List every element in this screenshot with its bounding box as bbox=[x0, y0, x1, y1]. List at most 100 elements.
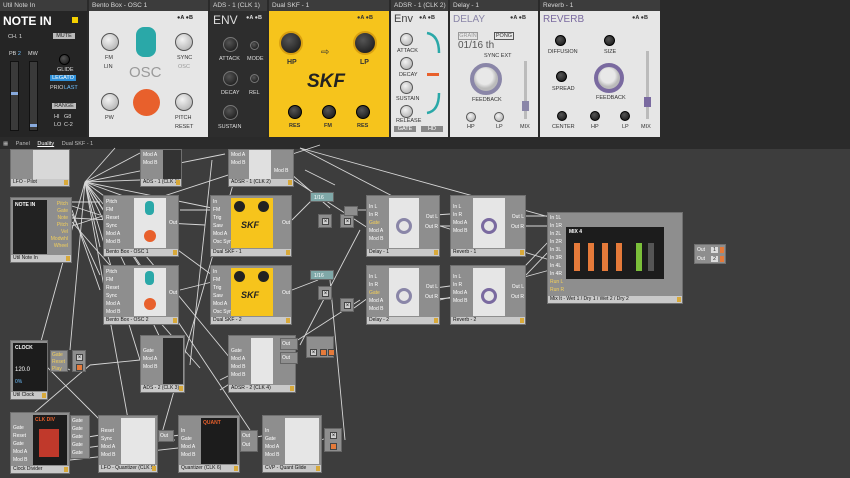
port-in[interactable]: Gate bbox=[13, 441, 24, 447]
port-out[interactable]: Gate bbox=[72, 426, 83, 432]
port-out[interactable]: Out bbox=[169, 290, 177, 296]
port-in[interactable]: In 2L bbox=[550, 231, 561, 237]
lp-knob[interactable] bbox=[353, 31, 377, 55]
gate-button[interactable]: GATE bbox=[394, 126, 416, 132]
port-out[interactable]: Vel bbox=[61, 229, 68, 235]
port-in[interactable]: Reset bbox=[106, 215, 119, 221]
port-in[interactable]: Trig bbox=[213, 285, 221, 291]
port-in[interactable]: Mod B bbox=[369, 236, 383, 242]
port-out[interactable]: Gate bbox=[72, 434, 83, 440]
port-out[interactable]: Reset bbox=[52, 359, 65, 365]
port-out[interactable]: Out R bbox=[425, 294, 438, 300]
port-out[interactable]: Out bbox=[282, 341, 290, 347]
port-in[interactable]: Mod A bbox=[143, 356, 157, 362]
module-ads-clk1[interactable]: Mod A Mod B ADS - 1 (CLK 1) bbox=[140, 149, 182, 187]
port-in[interactable]: In 1R bbox=[550, 223, 562, 229]
port-in[interactable]: In 1L bbox=[550, 215, 561, 221]
module-quantizer[interactable]: In Gate Mod A Mod B QUANT Quantizer (CLK… bbox=[178, 415, 240, 473]
device-title[interactable]: Bento Box - OSC 1 bbox=[89, 0, 208, 11]
hp-knob[interactable] bbox=[590, 111, 600, 121]
port-out[interactable]: Out bbox=[282, 220, 290, 226]
port-in[interactable]: In 3L bbox=[550, 247, 561, 253]
port-out[interactable]: Out R bbox=[425, 224, 438, 230]
range-button[interactable]: RANGE bbox=[52, 103, 76, 109]
port-in[interactable]: In 4R bbox=[550, 271, 562, 277]
center-knob[interactable] bbox=[557, 111, 567, 121]
sync-knob[interactable] bbox=[175, 33, 193, 51]
port-out[interactable]: Out bbox=[282, 290, 290, 296]
output-channel-2[interactable]: 2 bbox=[711, 256, 718, 262]
port-out[interactable]: Out bbox=[169, 220, 177, 226]
pitch-knob[interactable] bbox=[175, 93, 193, 111]
device-title[interactable]: Reverb - 1 bbox=[540, 0, 660, 11]
port-in[interactable]: In bbox=[181, 428, 185, 434]
hi-value[interactable]: G8 bbox=[64, 114, 71, 120]
port-out[interactable]: Out bbox=[160, 433, 168, 439]
port-out[interactable]: Play bbox=[52, 366, 62, 372]
port-in[interactable]: Reset bbox=[106, 285, 119, 291]
port-in[interactable]: In 4L bbox=[550, 263, 561, 269]
port-out[interactable]: Gate bbox=[72, 450, 83, 456]
port-in[interactable]: In bbox=[213, 269, 217, 275]
port-in[interactable]: Mod A bbox=[181, 444, 195, 450]
module-mixer[interactable]: In 1L In 1R In 2L In 2R In 3L In 3R In 4… bbox=[547, 212, 683, 304]
port-in[interactable]: Mod A bbox=[213, 301, 227, 307]
time-display[interactable]: 01/16 th bbox=[458, 40, 494, 51]
legato-button[interactable]: LEGATO bbox=[50, 75, 76, 81]
hp-knob[interactable] bbox=[466, 112, 476, 122]
spread-knob[interactable] bbox=[556, 71, 567, 82]
port-in[interactable]: Mod B bbox=[143, 160, 157, 166]
clock-out-node[interactable]: Gate Reset Play bbox=[50, 350, 68, 372]
pitchbend-slider[interactable] bbox=[10, 61, 19, 131]
port-out[interactable]: Gate bbox=[72, 418, 83, 424]
port-out[interactable]: Out L bbox=[426, 214, 438, 220]
port-out[interactable]: Out bbox=[242, 433, 250, 439]
feedback-knob[interactable] bbox=[594, 63, 624, 93]
modwheel-slider[interactable] bbox=[29, 61, 38, 131]
port-in[interactable]: Gate bbox=[231, 348, 242, 354]
port-in[interactable]: Mod B bbox=[274, 168, 288, 174]
size-knob[interactable] bbox=[604, 35, 615, 46]
mix-slider[interactable] bbox=[522, 61, 529, 119]
port-in[interactable]: FM bbox=[213, 277, 220, 283]
port-in[interactable]: Reset bbox=[13, 433, 26, 439]
port-in[interactable]: Mod B bbox=[13, 457, 27, 463]
port-out[interactable]: Out L bbox=[512, 214, 524, 220]
device-title[interactable]: Delay - 1 bbox=[450, 0, 538, 11]
sustain-knob[interactable] bbox=[223, 105, 238, 120]
lp-knob[interactable] bbox=[494, 112, 504, 122]
link-arrow-icon[interactable]: ⇨ bbox=[321, 47, 329, 58]
math-node[interactable]: × bbox=[72, 350, 86, 372]
diffusion-knob[interactable] bbox=[555, 35, 566, 46]
port-in[interactable]: Pitch bbox=[106, 269, 117, 275]
decay-knob[interactable] bbox=[223, 71, 238, 86]
device-title[interactable]: ADS - 1 (CLK 1) bbox=[210, 0, 267, 11]
port-in[interactable]: Run R bbox=[550, 287, 564, 293]
port-in[interactable]: Mod B bbox=[231, 160, 245, 166]
ab-switch[interactable]: ●A ●B bbox=[510, 15, 526, 21]
module-delay2[interactable]: In L In R Gate Mod A Mod B Out L Out R D… bbox=[366, 265, 440, 325]
math-node[interactable]: × bbox=[340, 298, 354, 312]
out-node[interactable]: Out bbox=[280, 352, 298, 364]
port-in[interactable]: Mod B bbox=[453, 298, 467, 304]
port-in[interactable]: In 2R bbox=[550, 239, 562, 245]
port-in[interactable]: In R bbox=[369, 282, 378, 288]
out-node[interactable]: Out Out bbox=[240, 430, 258, 452]
port-in[interactable]: Gate bbox=[181, 436, 192, 442]
port-in[interactable]: Mod B bbox=[265, 452, 279, 458]
port-in[interactable]: Pitch bbox=[106, 199, 117, 205]
port-out[interactable]: Out R bbox=[511, 294, 524, 300]
module-ads-clk3[interactable]: Gate Mod A Mod B ADS - 2 (CLK 3) bbox=[140, 335, 185, 393]
device-title[interactable]: ADSR - 1 (CLK 2) bbox=[391, 0, 448, 11]
port-in[interactable]: Mod B bbox=[231, 364, 245, 370]
module-lfo-pilot[interactable]: LFO - Pilot bbox=[10, 149, 70, 187]
attack-knob[interactable] bbox=[223, 37, 238, 52]
port-in[interactable]: Mod A bbox=[453, 290, 467, 296]
port-out[interactable]: Out L bbox=[512, 284, 524, 290]
port-out[interactable]: Out L bbox=[426, 284, 438, 290]
value-box[interactable]: 1/16 bbox=[310, 192, 334, 202]
res1-knob[interactable] bbox=[288, 105, 302, 119]
prio-value[interactable]: LAST bbox=[64, 85, 78, 91]
attack-knob[interactable] bbox=[400, 33, 413, 46]
hd-button[interactable]: HD bbox=[421, 126, 443, 132]
